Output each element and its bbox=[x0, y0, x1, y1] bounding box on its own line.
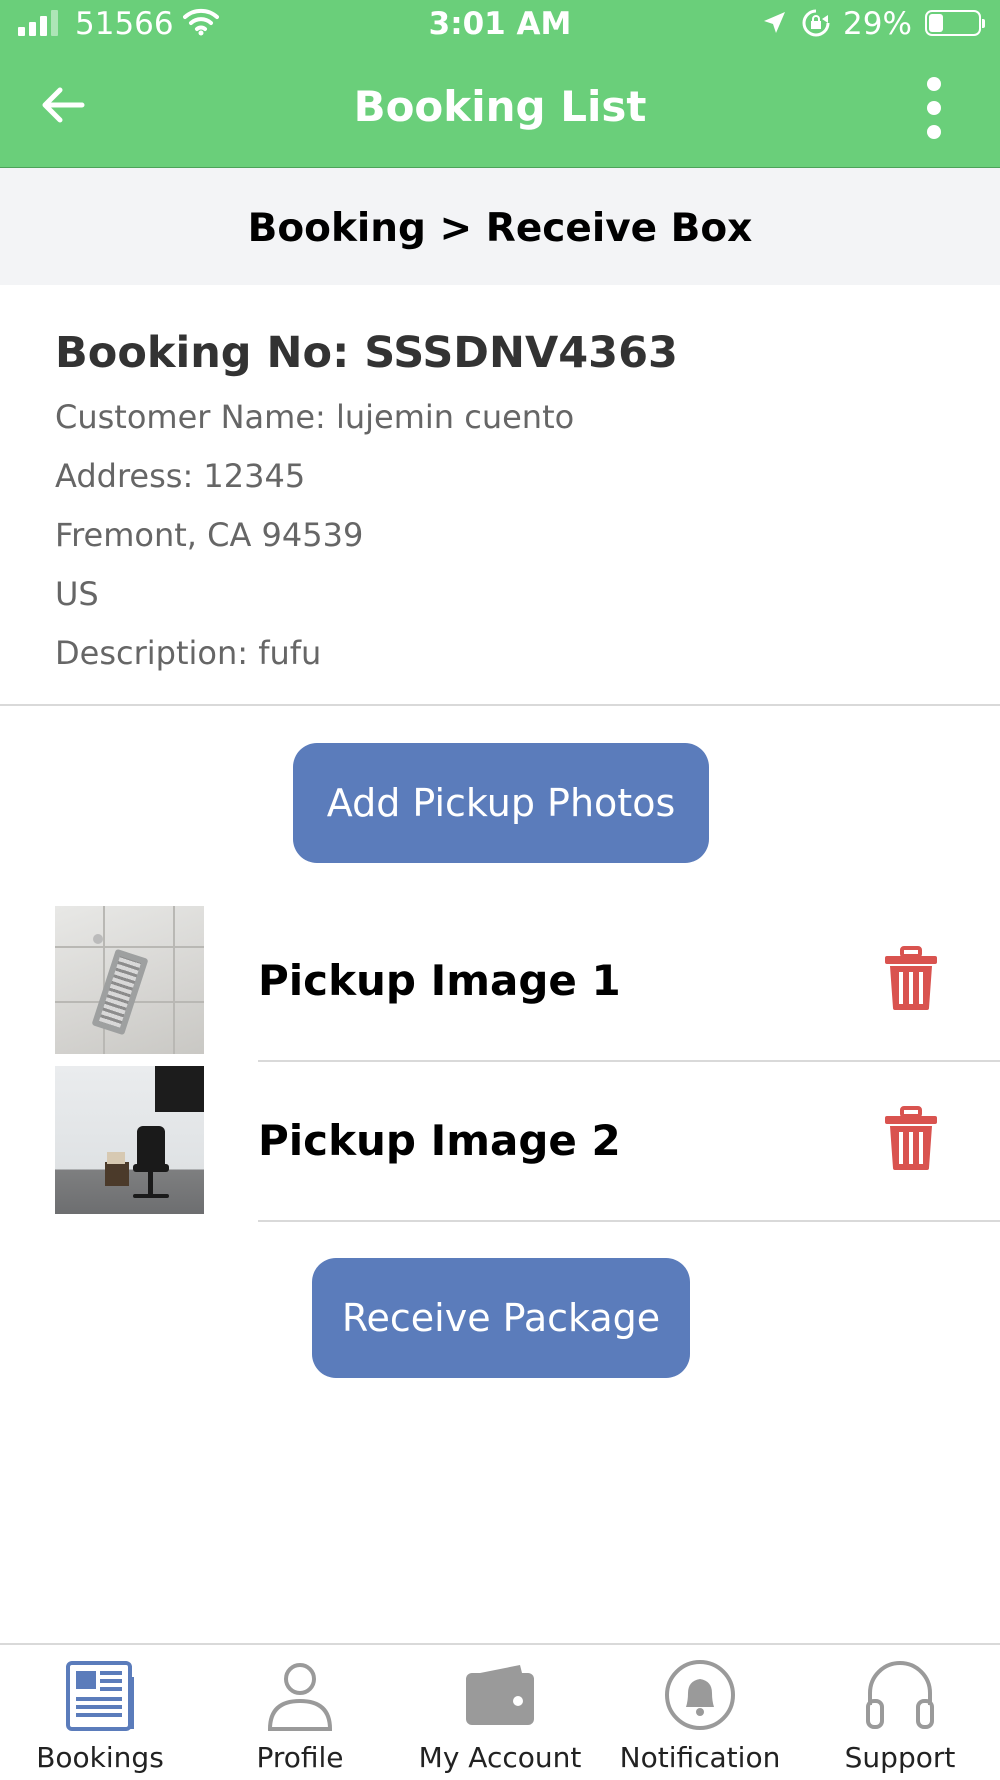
rotation-lock-icon bbox=[802, 9, 830, 37]
battery-icon bbox=[925, 10, 985, 36]
tab-label: Profile bbox=[256, 1741, 344, 1774]
divider bbox=[0, 704, 1000, 706]
receive-package-button[interactable]: Receive Package bbox=[312, 1258, 690, 1378]
status-bar: 51566 3:01 AM 29% bbox=[0, 0, 1000, 48]
booking-number: Booking No: SSSDNV4363 bbox=[55, 328, 678, 378]
pickup-image-thumbnail[interactable] bbox=[55, 1066, 204, 1214]
breadcrumb: Booking > Receive Box bbox=[0, 167, 1000, 285]
tab-label: Bookings bbox=[36, 1741, 164, 1774]
pickup-image-thumbnail[interactable] bbox=[55, 906, 204, 1054]
battery-percent: 29% bbox=[843, 6, 912, 42]
bookings-icon bbox=[66, 1661, 134, 1731]
address-line-2: Fremont, CA 94539 bbox=[55, 516, 364, 554]
row-separator bbox=[258, 1060, 1000, 1062]
breadcrumb-text: Booking > Receive Box bbox=[247, 206, 753, 251]
more-vertical-icon[interactable] bbox=[916, 76, 952, 140]
booking-details: Booking No: SSSDNV4363 Customer Name: lu… bbox=[55, 328, 955, 683]
wallet-icon bbox=[466, 1665, 534, 1725]
address-line-1: Address: 12345 bbox=[55, 457, 306, 495]
tab-bookings[interactable]: Bookings bbox=[0, 1645, 200, 1780]
tab-profile[interactable]: Profile bbox=[200, 1645, 400, 1780]
add-pickup-photos-button[interactable]: Add Pickup Photos bbox=[293, 743, 709, 863]
tab-my-account[interactable]: My Account bbox=[400, 1645, 600, 1780]
booking-description: Description: fufu bbox=[55, 634, 322, 672]
bell-icon bbox=[665, 1660, 735, 1730]
profile-icon bbox=[267, 1663, 333, 1731]
page-title: Booking List bbox=[353, 82, 647, 131]
address-country: US bbox=[55, 575, 99, 613]
headphones-icon bbox=[866, 1661, 934, 1729]
header: 51566 3:01 AM 29% Booking List bbox=[0, 0, 1000, 167]
pickup-image-label: Pickup Image 1 bbox=[258, 956, 621, 1005]
list-item: Pickup Image 2 bbox=[0, 1066, 1000, 1226]
row-separator bbox=[258, 1220, 1000, 1222]
bottom-tab-bar: Bookings Profile My Account Notification… bbox=[0, 1643, 1000, 1780]
app-bar: Booking List bbox=[0, 48, 1000, 167]
tab-label: Support bbox=[844, 1741, 956, 1774]
location-arrow-icon bbox=[764, 12, 785, 33]
tab-notification[interactable]: Notification bbox=[600, 1645, 800, 1780]
tab-label: Notification bbox=[619, 1741, 781, 1774]
trash-icon[interactable] bbox=[883, 946, 939, 1012]
customer-name: Customer Name: lujemin cuento bbox=[55, 398, 575, 436]
tab-support[interactable]: Support bbox=[800, 1645, 1000, 1780]
trash-icon[interactable] bbox=[883, 1106, 939, 1172]
pickup-image-label: Pickup Image 2 bbox=[258, 1116, 621, 1165]
list-item: Pickup Image 1 bbox=[0, 906, 1000, 1066]
tab-label: My Account bbox=[418, 1741, 582, 1774]
